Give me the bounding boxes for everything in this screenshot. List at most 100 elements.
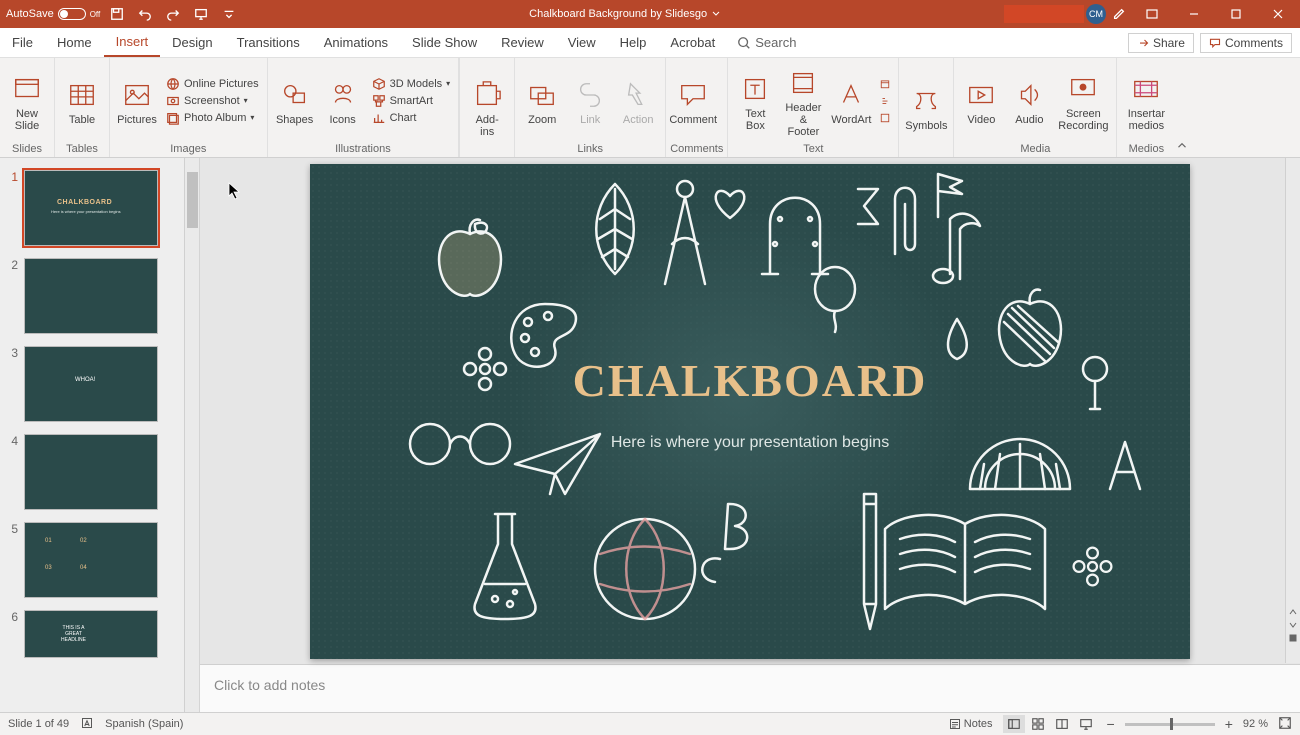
notes-placeholder: Click to add notes <box>214 677 325 693</box>
slide-canvas-area[interactable]: CHALKBOARD Here is where your presentati… <box>200 158 1300 664</box>
group-addins: Add- ins <box>459 58 515 157</box>
3d-models-button[interactable]: 3D Models▾ <box>368 76 455 92</box>
cursor-icon <box>228 182 242 200</box>
minimize-button[interactable] <box>1174 0 1214 28</box>
tab-help[interactable]: Help <box>608 28 659 57</box>
thumbnail-6[interactable]: 6 THIS IS AGREATHEADLINE <box>0 606 199 666</box>
view-buttons <box>1003 715 1097 733</box>
undo-button[interactable] <box>134 3 156 25</box>
link-button: Link <box>567 75 613 126</box>
group-medios: Insertar medios Medios <box>1117 58 1175 157</box>
tab-file[interactable]: File <box>0 28 45 57</box>
tab-design[interactable]: Design <box>160 28 224 57</box>
document-title: Chalkboard Background by Slidesgo <box>246 8 1004 20</box>
wordart-button[interactable]: WordArt <box>828 75 874 126</box>
zoom-in-button[interactable]: + <box>1225 716 1233 732</box>
group-slides: New Slide Slides <box>0 58 55 157</box>
screenshot-button[interactable]: Screenshot▾ <box>162 93 263 109</box>
screen-recording-button[interactable]: Screen Recording <box>1054 69 1112 132</box>
tab-review[interactable]: Review <box>489 28 556 57</box>
audio-button[interactable]: Audio <box>1006 75 1052 126</box>
notes-pane[interactable]: Click to add notes <box>200 664 1300 712</box>
smartart-button[interactable]: SmartArt <box>368 93 455 109</box>
tab-home[interactable]: Home <box>45 28 104 57</box>
ribbon: New Slide Slides Table Tables Pictures O… <box>0 58 1300 158</box>
accessibility-icon[interactable] <box>81 717 93 732</box>
action-button: Action <box>615 75 661 126</box>
chart-button[interactable]: Chart <box>368 110 455 126</box>
pen-icon[interactable] <box>1108 3 1130 25</box>
normal-view-button[interactable] <box>1003 715 1025 733</box>
autosave-toggle[interactable]: AutoSave Off <box>6 8 100 20</box>
group-media: Video Audio Screen Recording Media <box>954 58 1117 157</box>
slide: CHALKBOARD Here is where your presentati… <box>310 164 1190 659</box>
fit-to-window-button[interactable] <box>1278 716 1292 733</box>
tab-slideshow[interactable]: Slide Show <box>400 28 489 57</box>
comment-button[interactable]: Comment <box>670 75 716 126</box>
zoom-out-button[interactable]: − <box>1107 716 1115 732</box>
thumbnail-1[interactable]: 1 CHALKBOARDHere is where your presentat… <box>0 166 199 254</box>
present-from-start-button[interactable] <box>190 3 212 25</box>
autosave-label: AutoSave <box>6 8 54 20</box>
close-button[interactable] <box>1258 0 1298 28</box>
customize-qat-button[interactable] <box>218 3 240 25</box>
new-slide-button[interactable]: New Slide <box>4 69 50 132</box>
object-button[interactable] <box>876 110 894 126</box>
maximize-button[interactable] <box>1216 0 1256 28</box>
title-bar: AutoSave Off Chalkboard Background by Sl… <box>0 0 1300 28</box>
ribbon-display-button[interactable] <box>1132 0 1172 28</box>
date-time-button[interactable] <box>876 76 894 92</box>
text-box-button[interactable]: Text Box <box>732 69 778 132</box>
tab-view[interactable]: View <box>556 28 608 57</box>
video-button[interactable]: Video <box>958 75 1004 126</box>
photo-album-button[interactable]: Photo Album▾ <box>162 110 263 126</box>
slide-counter[interactable]: Slide 1 of 49 <box>8 718 69 730</box>
search-button[interactable]: Search <box>727 28 806 57</box>
pictures-button[interactable]: Pictures <box>114 75 160 126</box>
zoom-percent[interactable]: 92 % <box>1243 718 1268 730</box>
slide-title[interactable]: CHALKBOARD <box>310 354 1190 407</box>
slide-number-button[interactable] <box>876 93 894 109</box>
thumbnail-scrollbar[interactable] <box>184 158 199 712</box>
save-button[interactable] <box>106 3 128 25</box>
thumbnail-3[interactable]: 3 WHOA! <box>0 342 199 430</box>
tab-animations[interactable]: Animations <box>312 28 400 57</box>
reading-view-button[interactable] <box>1051 715 1073 733</box>
slideshow-view-button[interactable] <box>1075 715 1097 733</box>
thumbnail-2[interactable]: 2 <box>0 254 199 342</box>
tab-insert[interactable]: Insert <box>104 28 161 57</box>
header-footer-button[interactable]: Header & Footer <box>780 63 826 138</box>
comments-button[interactable]: Comments <box>1200 33 1292 53</box>
insertar-medios-button[interactable]: Insertar medios <box>1121 69 1171 132</box>
shapes-button[interactable]: Shapes <box>272 75 318 126</box>
icons-button[interactable]: Icons <box>320 75 366 126</box>
collapse-ribbon-button[interactable] <box>1175 139 1189 153</box>
notes-toggle[interactable]: Notes <box>949 718 993 730</box>
tab-transitions[interactable]: Transitions <box>225 28 312 57</box>
doodle-decorations <box>310 164 1190 659</box>
status-bar: Slide 1 of 49 Spanish (Spain) Notes − + … <box>0 712 1300 735</box>
tab-acrobat[interactable]: Acrobat <box>658 28 727 57</box>
editor-scrollbar[interactable] <box>1285 158 1300 663</box>
symbols-button[interactable]: Symbols <box>903 81 949 132</box>
slide-subtitle[interactable]: Here is where your presentation begins <box>310 434 1190 452</box>
autosave-pill-icon <box>58 8 86 20</box>
thumbnail-5[interactable]: 5 01020304 <box>0 518 199 606</box>
user-avatar[interactable]: CM <box>1086 4 1106 24</box>
zoom-button[interactable]: Zoom <box>519 75 565 126</box>
thumbnail-4[interactable]: 4 <box>0 430 199 518</box>
addins-button[interactable]: Add- ins <box>464 75 510 138</box>
sorter-view-button[interactable] <box>1027 715 1049 733</box>
zoom-slider[interactable] <box>1125 723 1215 726</box>
ribbon-tabs: File Home Insert Design Transitions Anim… <box>0 28 1300 58</box>
online-pictures-button[interactable]: Online Pictures <box>162 76 263 92</box>
group-images: Pictures Online Pictures Screenshot▾ Pho… <box>110 58 268 157</box>
group-comments: Comment Comments <box>666 58 728 157</box>
redo-button[interactable] <box>162 3 184 25</box>
language-indicator[interactable]: Spanish (Spain) <box>105 718 183 730</box>
group-symbols: Symbols <box>899 58 954 157</box>
share-button[interactable]: Share <box>1128 33 1194 53</box>
slide-editor: CHALKBOARD Here is where your presentati… <box>200 158 1300 712</box>
table-button[interactable]: Table <box>59 75 105 126</box>
user-account-placeholder[interactable] <box>1004 5 1084 23</box>
